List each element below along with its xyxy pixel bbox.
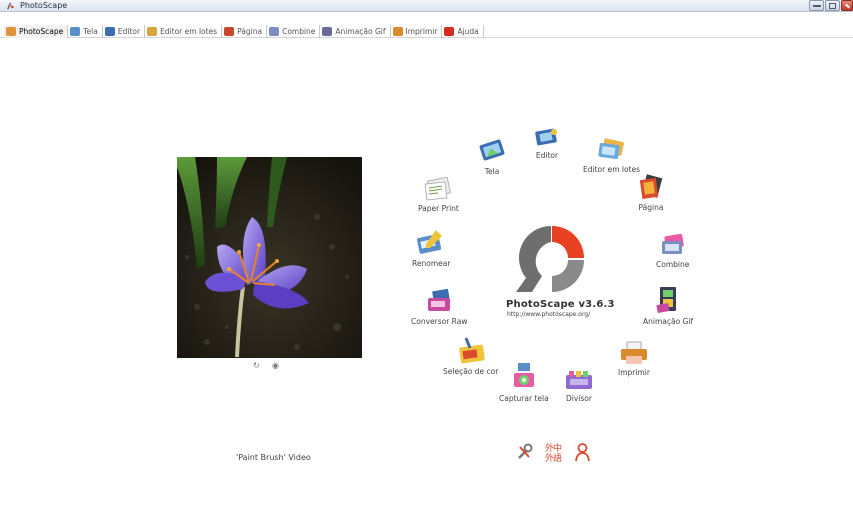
module-label: Paper Print <box>418 204 459 213</box>
combine-icon <box>661 233 684 254</box>
module-label: Conversor Raw <box>411 317 468 326</box>
tab-animated-gif[interactable]: Animação Gif <box>320 25 391 38</box>
module-label: Divisor <box>566 394 592 403</box>
module-label: Tela <box>484 167 500 176</box>
close-button[interactable] <box>841 0 853 11</box>
app-version-label: PhotoScape v3.6.3 <box>506 299 615 310</box>
tools-icon[interactable] <box>516 442 533 462</box>
raw-converter-icon <box>428 288 451 311</box>
view-icon[interactable]: ◉ <box>272 362 282 370</box>
minimize-icon <box>813 5 821 7</box>
rotate-icon[interactable]: ↻ <box>253 362 263 370</box>
window-title: PhotoScape <box>20 1 68 10</box>
tab-help[interactable]: Ajuda <box>442 25 484 38</box>
module-page[interactable]: Página <box>638 174 664 212</box>
tab-label: PhotoScape <box>19 27 64 36</box>
video-link[interactable]: 'Paint Brush' Video <box>236 453 311 462</box>
module-editor[interactable]: Editor <box>534 126 560 160</box>
print-icon <box>620 341 647 364</box>
tab-label: Combine <box>282 27 316 36</box>
paper-print-icon <box>425 177 452 201</box>
combine-icon <box>269 27 280 36</box>
tab-label: Ajuda <box>457 27 479 36</box>
website-link[interactable]: http://www.photoscape.org/ <box>507 311 590 318</box>
tab-photoscape[interactable]: PhotoScape <box>4 25 69 38</box>
color-picker-icon <box>458 337 485 364</box>
batch-editor-icon <box>147 27 158 36</box>
tab-combine[interactable]: Combine <box>267 25 321 38</box>
tab-batch-editor[interactable]: Editor em lotes <box>145 25 223 38</box>
title-bar: PhotoScape <box>0 0 853 12</box>
language-icon[interactable]: 外 中 外 語 <box>545 442 562 462</box>
maximize-button[interactable] <box>825 0 840 11</box>
tab-viewer[interactable]: Tela <box>68 25 103 38</box>
page-icon <box>639 174 663 200</box>
photoscape-logo <box>516 226 584 292</box>
tab-label: Imprimir <box>405 27 438 36</box>
editor-icon <box>104 27 115 36</box>
module-splitter[interactable]: Divisor <box>564 369 594 403</box>
batch-editor-icon <box>597 138 624 160</box>
module-label: Renomear <box>412 259 451 268</box>
module-label: Página <box>638 203 664 212</box>
screen-capture-icon <box>513 363 534 387</box>
module-label: Seleção de cor <box>443 367 499 376</box>
editor-icon <box>535 128 557 146</box>
module-rename[interactable]: Renomear <box>412 228 450 268</box>
tab-bar: PhotoScape Tela Editor Editor em lotes Págin… <box>0 12 853 38</box>
module-raw-converter[interactable]: Conversor Raw <box>411 288 467 326</box>
viewer-icon <box>479 139 505 161</box>
tab-label: Página <box>237 27 263 36</box>
viewer-icon <box>70 27 81 36</box>
animated-gif-icon <box>656 287 677 313</box>
module-label: Combine <box>656 260 690 269</box>
tab-page[interactable]: Página <box>222 25 268 38</box>
print-icon <box>392 27 403 36</box>
minimize-button[interactable] <box>809 0 824 11</box>
tab-label: Editor em lotes <box>160 27 218 36</box>
module-combine[interactable]: Combine <box>656 233 689 269</box>
module-label: Capturar tela <box>499 394 549 403</box>
svg-text:中: 中 <box>553 442 562 454</box>
module-paper-print[interactable]: Paper Print <box>418 177 459 213</box>
tab-editor[interactable]: Editor <box>103 25 146 38</box>
close-icon <box>845 3 850 9</box>
svg-text:語: 語 <box>553 452 562 462</box>
crocus-flower-image <box>177 157 362 358</box>
bottom-toolbar: 外 中 外 語 <box>516 442 591 462</box>
maximize-icon <box>829 3 836 9</box>
page-icon <box>224 27 235 36</box>
module-label: Editor <box>535 151 559 160</box>
photoscape-icon <box>6 27 16 36</box>
photo-controls: ↻ ◉ <box>253 362 282 370</box>
tabs: PhotoScape Tela Editor Editor em lotes Págin… <box>4 25 484 38</box>
module-color-picker[interactable]: Seleção de cor <box>443 336 498 376</box>
photoscape-app-icon <box>6 2 15 10</box>
tab-label: Editor <box>117 27 141 36</box>
module-label: Animação Gif <box>643 317 694 326</box>
rename-icon <box>417 230 443 254</box>
help-icon <box>444 27 455 36</box>
module-print[interactable]: Imprimir <box>618 341 650 377</box>
tab-label: Tela <box>83 27 98 36</box>
module-screen-capture[interactable]: Capturar tela <box>499 361 549 403</box>
tab-label: Animação Gif <box>335 27 386 36</box>
tab-print[interactable]: Imprimir <box>391 25 443 38</box>
module-batch-editor[interactable]: Editor em lotes <box>583 138 640 174</box>
module-label: Editor em lotes <box>583 165 641 174</box>
module-viewer[interactable]: Tela <box>477 138 507 176</box>
module-animated-gif[interactable]: Animação Gif <box>643 286 693 326</box>
sample-photo <box>177 157 362 358</box>
module-label: Imprimir <box>618 368 650 377</box>
user-icon[interactable] <box>574 442 591 462</box>
splitter-icon <box>566 371 592 389</box>
window-controls <box>808 0 853 12</box>
animated-gif-icon <box>322 27 333 36</box>
